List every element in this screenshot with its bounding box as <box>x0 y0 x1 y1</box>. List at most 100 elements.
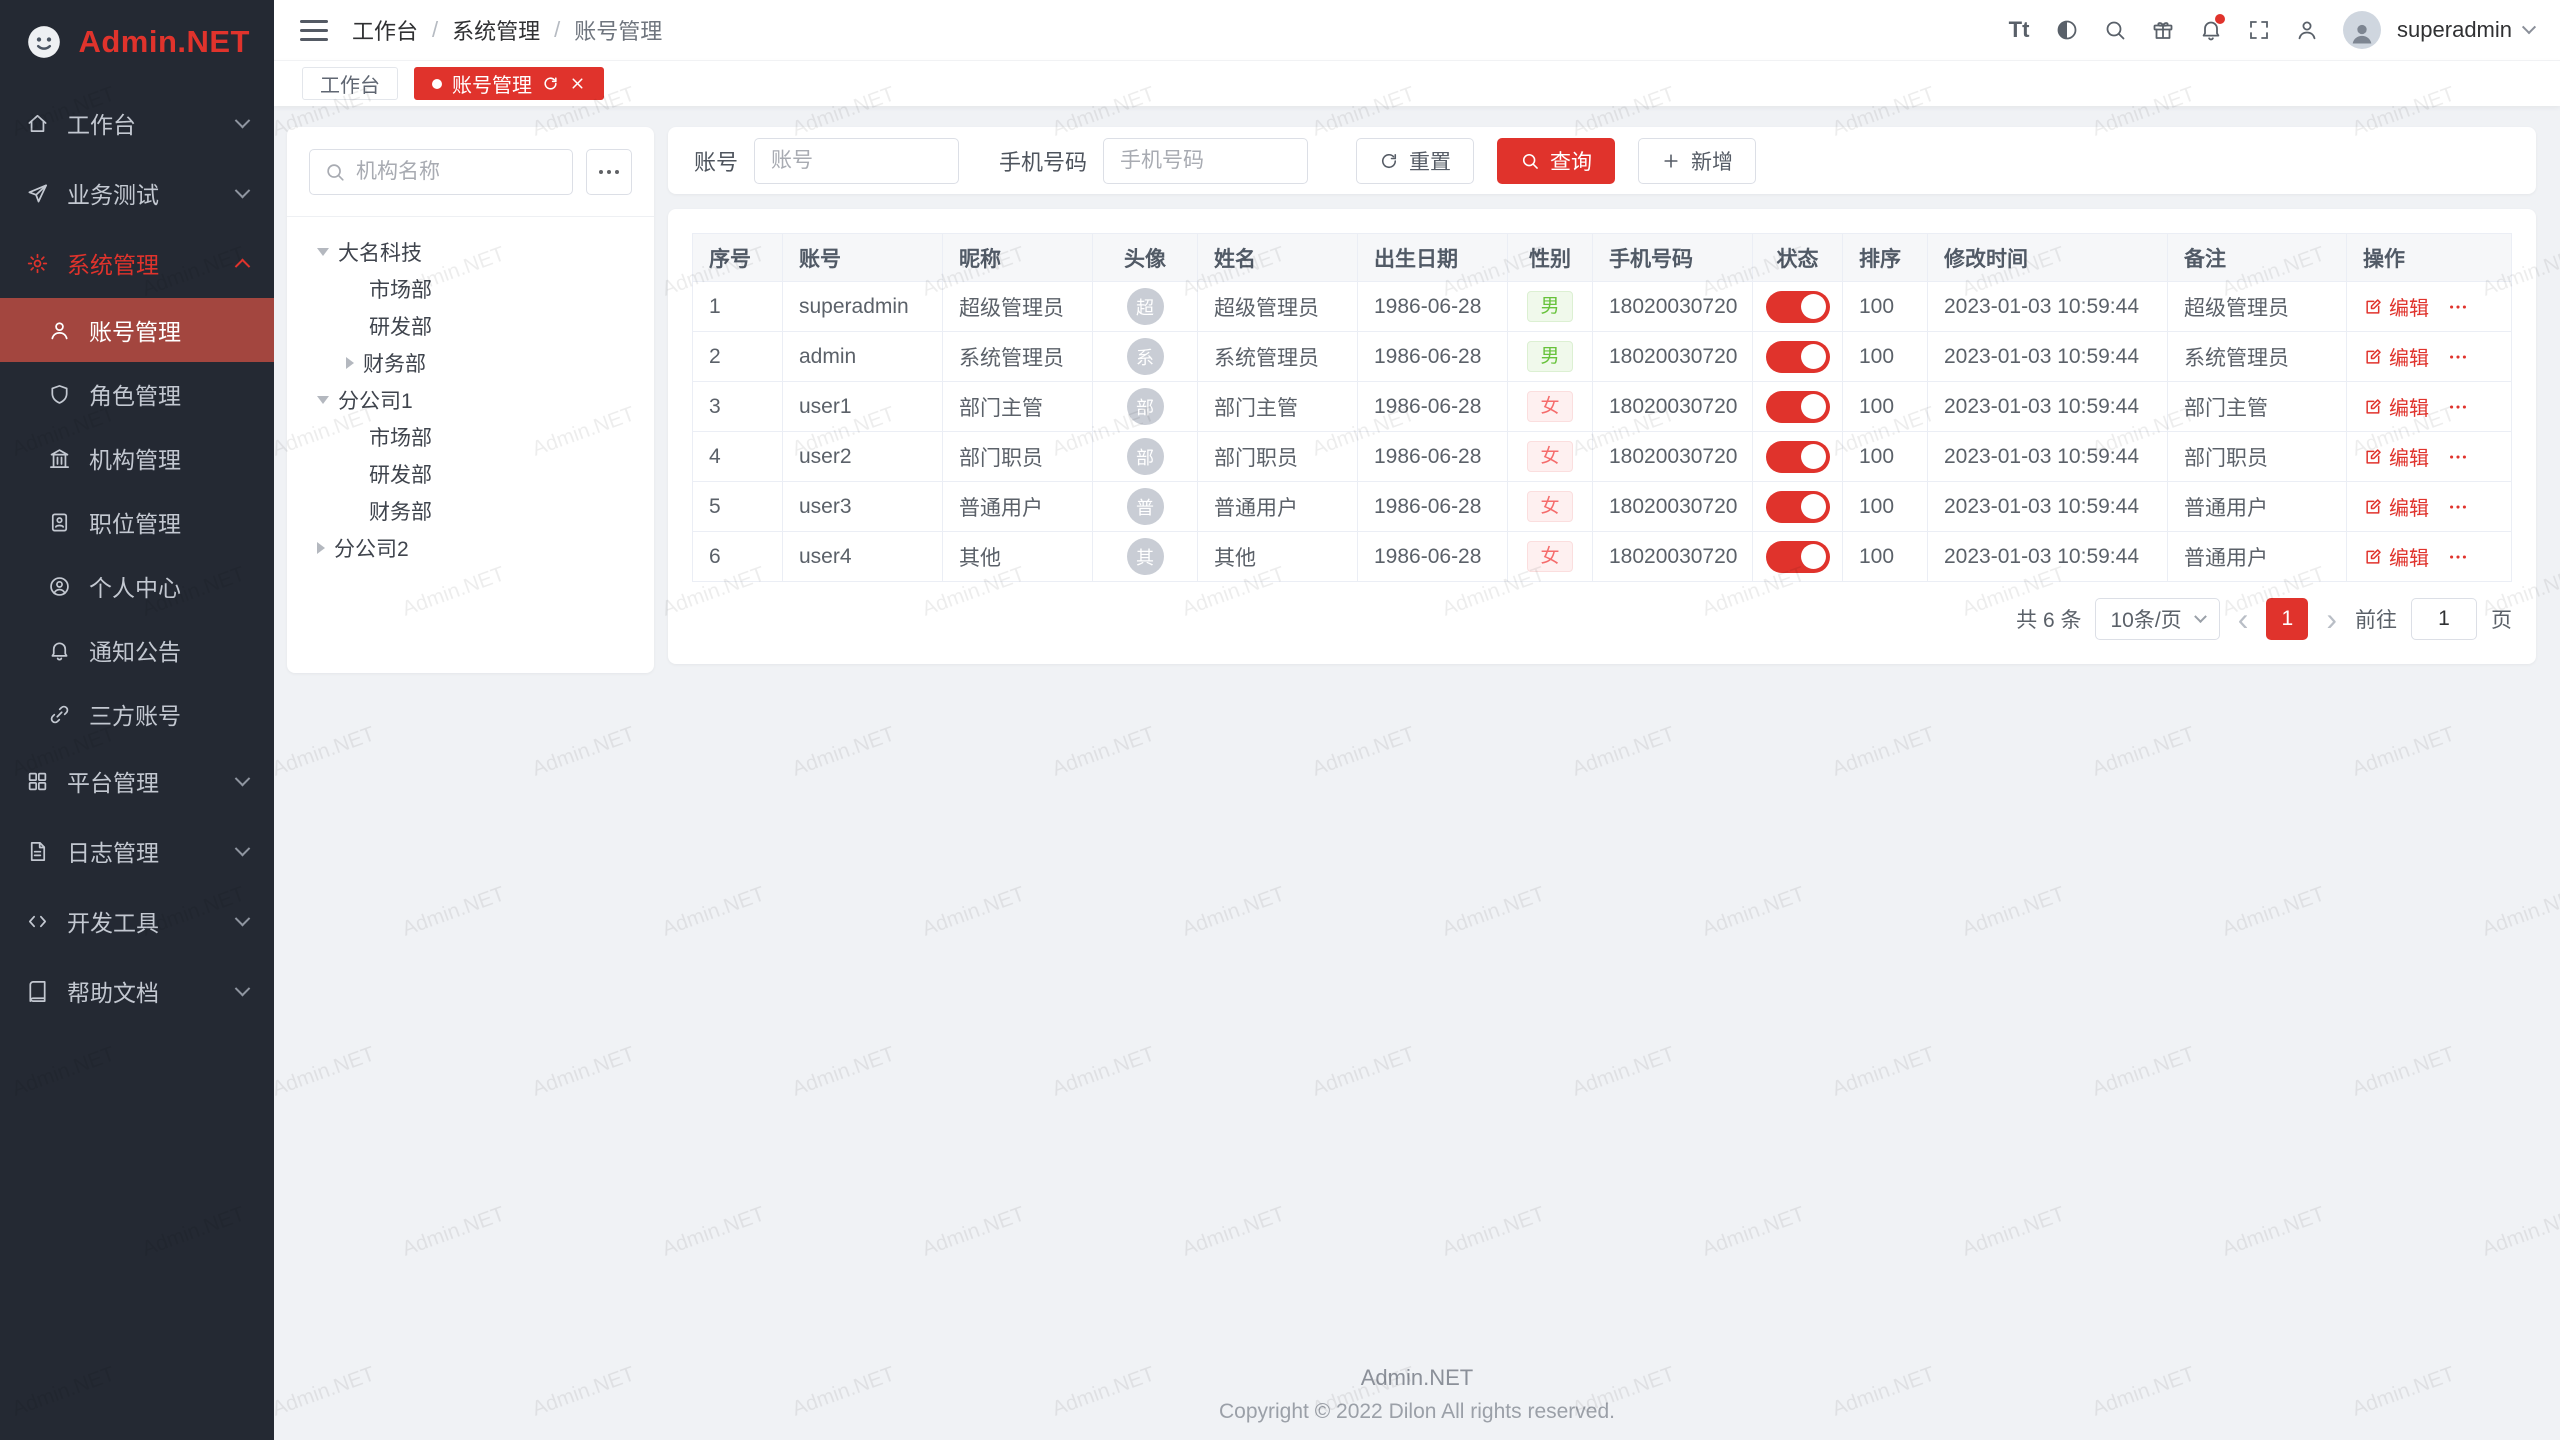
breadcrumb-item[interactable]: 工作台 <box>352 14 418 46</box>
more-actions-icon[interactable] <box>2447 396 2469 418</box>
tree-node[interactable]: 市场部 <box>309 418 632 455</box>
sidebar-item-third-party-account[interactable]: 三方账号 <box>0 682 274 746</box>
tree-node-label: 研发部 <box>369 311 432 341</box>
edit-button[interactable]: 编辑 <box>2363 442 2429 471</box>
tree-node-label: 分公司2 <box>334 533 409 563</box>
tree-node[interactable]: 大名科技 <box>309 233 632 270</box>
user-profile-icon[interactable] <box>2285 8 2329 52</box>
sidebar-item-platform-management[interactable]: 平台管理 <box>0 746 274 816</box>
cell-gender: 男 <box>1508 282 1593 332</box>
chevron-down-icon[interactable] <box>2522 20 2536 34</box>
edit-button[interactable]: 编辑 <box>2363 492 2429 521</box>
sidebar-item-label: 职位管理 <box>89 505 181 539</box>
caret-right-icon[interactable] <box>346 357 354 369</box>
theme-icon[interactable] <box>2045 8 2089 52</box>
sidebar-item-personal-center[interactable]: 个人中心 <box>0 554 274 618</box>
more-actions-icon[interactable] <box>2447 496 2469 518</box>
tree-node[interactable]: 财务部 <box>309 344 632 381</box>
more-options-icon[interactable] <box>586 149 632 195</box>
gift-icon[interactable] <box>2141 8 2185 52</box>
page-number-current[interactable]: 1 <box>2266 598 2308 640</box>
gender-tag: 女 <box>1527 441 1572 472</box>
sidebar-item-account-management[interactable]: 账号管理 <box>0 298 274 362</box>
code-icon <box>26 910 49 933</box>
footer-title: Admin.NET <box>274 1365 2560 1391</box>
profile-icon <box>48 575 71 598</box>
edit-button[interactable]: 编辑 <box>2363 542 2429 571</box>
cell-index: 3 <box>693 382 783 432</box>
avatar: 系 <box>1127 338 1164 375</box>
table-column-header: 状态 <box>1753 234 1843 282</box>
text-size-icon[interactable]: Tt <box>1997 8 2041 52</box>
caret-right-icon[interactable] <box>317 542 325 554</box>
sidebar-item-log-management[interactable]: 日志管理 <box>0 816 274 886</box>
breadcrumb-separator: / <box>554 17 560 43</box>
more-actions-icon[interactable] <box>2447 296 2469 318</box>
tree-node[interactable]: 研发部 <box>309 455 632 492</box>
tree-node-label: 分公司1 <box>338 385 413 415</box>
home-icon <box>26 112 49 135</box>
cell-avatar: 系 <box>1093 332 1198 382</box>
refresh-icon[interactable] <box>542 75 559 92</box>
breadcrumb-item[interactable]: 系统管理 <box>452 14 540 46</box>
sidebar-item-dev-tools[interactable]: 开发工具 <box>0 886 274 956</box>
status-toggle[interactable] <box>1766 491 1830 523</box>
goto-page-input[interactable] <box>2411 598 2477 640</box>
sidebar-item-system-management[interactable]: 系统管理 <box>0 228 274 298</box>
reset-button[interactable]: 重置 <box>1356 138 1474 184</box>
cell-nickname: 普通用户 <box>943 482 1093 532</box>
next-page-button[interactable]: › <box>2322 603 2341 635</box>
sidebar-item-notice-announcement[interactable]: 通知公告 <box>0 618 274 682</box>
edit-button[interactable]: 编辑 <box>2363 342 2429 371</box>
table-column-header: 修改时间 <box>1928 234 2168 282</box>
phone-input[interactable] <box>1103 138 1308 184</box>
sidebar-item-label: 角色管理 <box>89 377 181 411</box>
more-actions-icon[interactable] <box>2447 446 2469 468</box>
goto-label: 前往 <box>2355 604 2397 634</box>
status-toggle[interactable] <box>1766 391 1830 423</box>
sidebar-item-position-management[interactable]: 职位管理 <box>0 490 274 554</box>
tree-node[interactable]: 财务部 <box>309 492 632 529</box>
sidebar-item-workbench[interactable]: 工作台 <box>0 88 274 158</box>
sidebar-menu: 工作台业务测试系统管理账号管理角色管理机构管理职位管理个人中心通知公告三方账号平… <box>0 84 274 1440</box>
status-toggle[interactable] <box>1766 341 1830 373</box>
search-button[interactable]: 查询 <box>1497 138 1615 184</box>
caret-down-icon[interactable] <box>317 248 329 256</box>
table-column-header: 姓名 <box>1198 234 1358 282</box>
edit-button[interactable]: 编辑 <box>2363 292 2429 321</box>
tab-workbench[interactable]: 工作台 <box>302 67 398 100</box>
status-toggle[interactable] <box>1766 291 1830 323</box>
user-icon <box>48 319 71 342</box>
close-icon[interactable] <box>569 75 586 92</box>
notification-bell-icon[interactable] <box>2189 8 2233 52</box>
avatar[interactable] <box>2343 11 2381 49</box>
more-actions-icon[interactable] <box>2447 346 2469 368</box>
sidebar: Admin.NET 工作台业务测试系统管理账号管理角色管理机构管理职位管理个人中… <box>0 0 274 1440</box>
org-search-input[interactable] <box>356 160 558 184</box>
sidebar-item-help-docs[interactable]: 帮助文档 <box>0 956 274 1026</box>
tree-node[interactable]: 分公司2 <box>309 529 632 566</box>
page-size-select[interactable]: 10条/页 <box>2095 598 2219 640</box>
search-icon[interactable] <box>2093 8 2137 52</box>
tree-node[interactable]: 研发部 <box>309 307 632 344</box>
account-input[interactable] <box>754 138 959 184</box>
fullscreen-icon[interactable] <box>2237 8 2281 52</box>
sidebar-item-org-management[interactable]: 机构管理 <box>0 426 274 490</box>
edit-button[interactable]: 编辑 <box>2363 392 2429 421</box>
prev-page-button[interactable]: ‹ <box>2234 603 2253 635</box>
cell-name: 系统管理员 <box>1198 332 1358 382</box>
status-toggle[interactable] <box>1766 441 1830 473</box>
username[interactable]: superadmin <box>2397 17 2512 43</box>
cell-account: user2 <box>783 432 943 482</box>
menu-collapse-icon[interactable] <box>300 20 328 41</box>
status-toggle[interactable] <box>1766 541 1830 573</box>
tree-node-label: 市场部 <box>369 274 432 304</box>
add-button[interactable]: 新增 <box>1638 138 1756 184</box>
tree-node[interactable]: 分公司1 <box>309 381 632 418</box>
tab-account-management[interactable]: 账号管理 <box>414 67 604 100</box>
tree-node[interactable]: 市场部 <box>309 270 632 307</box>
sidebar-item-role-management[interactable]: 角色管理 <box>0 362 274 426</box>
caret-down-icon[interactable] <box>317 396 329 404</box>
sidebar-item-business-test[interactable]: 业务测试 <box>0 158 274 228</box>
more-actions-icon[interactable] <box>2447 546 2469 568</box>
